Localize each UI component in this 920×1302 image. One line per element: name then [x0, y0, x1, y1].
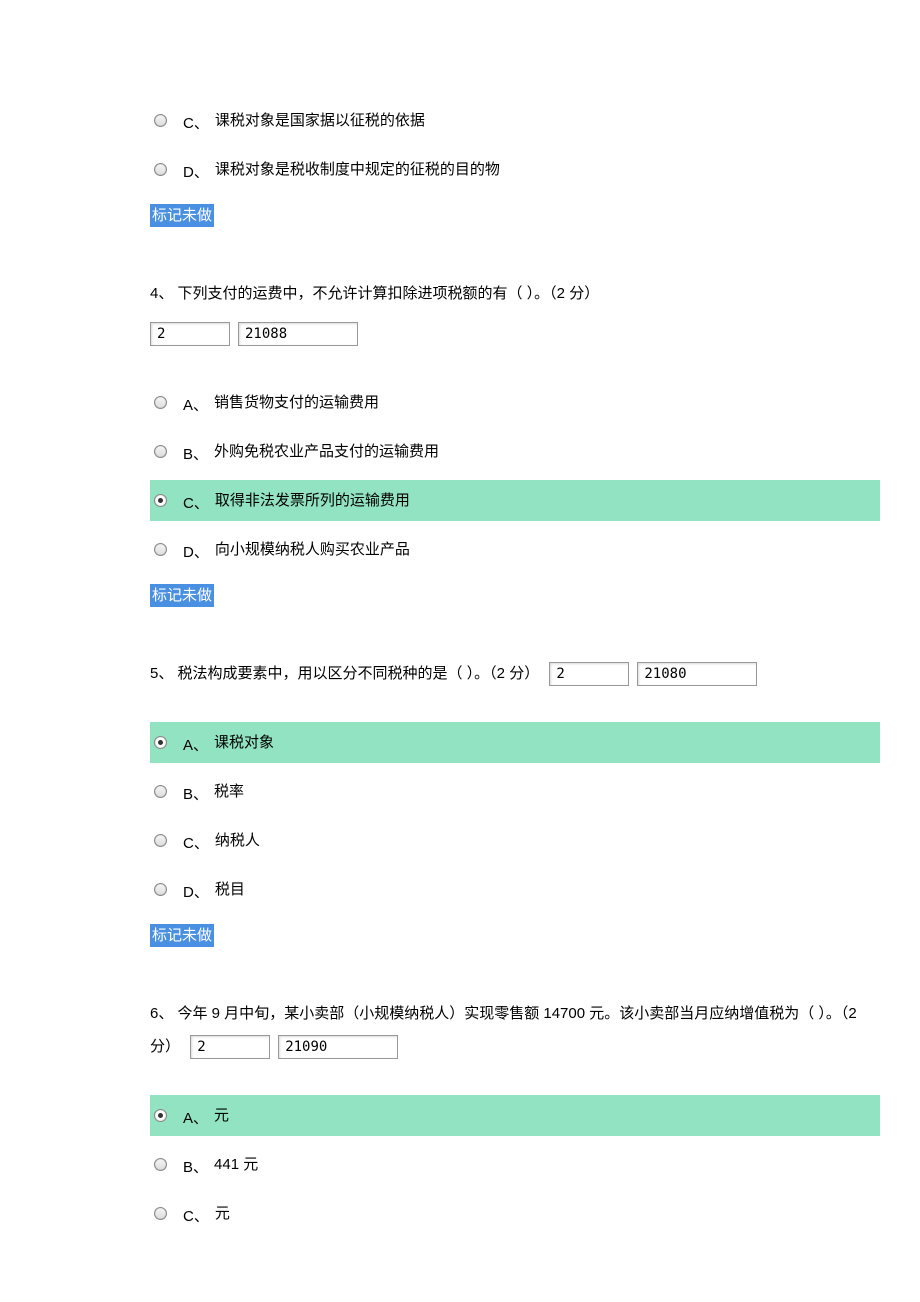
option-text: 税目 [215, 879, 245, 900]
option-letter: C、 [183, 833, 209, 854]
q3-option-c[interactable]: C、 课税对象是国家据以征税的依据 [150, 100, 880, 141]
radio-icon[interactable] [154, 445, 167, 458]
q5-option-b[interactable]: B、 税率 [150, 771, 880, 812]
q6-option-c[interactable]: C、 元 [150, 1193, 880, 1234]
option-text: 课税对象 [214, 732, 274, 753]
option-letter: A、 [183, 395, 208, 416]
radio-icon[interactable] [154, 785, 167, 798]
option-text: 课税对象是税收制度中规定的征税的目的物 [215, 159, 500, 180]
option-text: 元 [214, 1105, 229, 1126]
option-letter: B、 [183, 444, 208, 465]
q4-option-b[interactable]: B、 外购免税农业产品支付的运输费用 [150, 431, 880, 472]
q5-input-2[interactable] [637, 662, 757, 686]
q6-input-2[interactable] [278, 1035, 398, 1059]
mark-undone-tag[interactable]: 标记未做 [150, 924, 214, 947]
q5-stem-text: 5、 税法构成要素中，用以区分不同税种的是（ ）。（2 分） [150, 665, 539, 682]
radio-icon[interactable] [154, 1158, 167, 1171]
q4-stem: 4、 下列支付的运费中，不允许计算扣除进项税额的有（ ）。（2 分） [150, 277, 880, 310]
radio-icon[interactable] [154, 543, 167, 556]
option-text: 外购免税农业产品支付的运输费用 [214, 441, 439, 462]
option-letter: B、 [183, 1157, 208, 1178]
q6-option-a[interactable]: A、 元 [150, 1095, 880, 1136]
option-text: 元 [215, 1203, 230, 1224]
option-text: 课税对象是国家据以征税的依据 [215, 110, 425, 131]
radio-icon[interactable] [154, 1207, 167, 1220]
q4-input-2[interactable] [238, 322, 358, 346]
option-letter: A、 [183, 735, 208, 756]
q4-input-1[interactable] [150, 322, 230, 346]
q4-stem-text: 4、 下列支付的运费中，不允许计算扣除进项税额的有（ ）。（2 分） [150, 285, 599, 302]
q6-input-1[interactable] [190, 1035, 270, 1059]
option-text: 销售货物支付的运输费用 [214, 392, 379, 413]
option-letter: D、 [183, 542, 209, 563]
radio-icon[interactable] [154, 163, 167, 176]
option-letter: A、 [183, 1108, 208, 1129]
q4-option-c[interactable]: C、 取得非法发票所列的运输费用 [150, 480, 880, 521]
q4-inputs [150, 322, 880, 346]
q3-option-d[interactable]: D、 课税对象是税收制度中规定的征税的目的物 [150, 149, 880, 190]
q5-option-a[interactable]: A、 课税对象 [150, 722, 880, 763]
radio-icon[interactable] [154, 494, 167, 507]
radio-icon[interactable] [154, 736, 167, 749]
q5-option-c[interactable]: C、 纳税人 [150, 820, 880, 861]
option-letter: B、 [183, 784, 208, 805]
option-letter: D、 [183, 162, 209, 183]
q6-stem: 6、 今年 9 月中旬，某小卖部（小规模纳税人）实现零售额 14700 元。该小… [150, 997, 880, 1063]
option-text: 税率 [214, 781, 244, 802]
q4-option-a[interactable]: A、 销售货物支付的运输费用 [150, 382, 880, 423]
radio-icon[interactable] [154, 883, 167, 896]
option-text: 纳税人 [215, 830, 260, 851]
option-text: 441 元 [214, 1154, 258, 1175]
option-letter: C、 [183, 1206, 209, 1227]
option-text: 取得非法发票所列的运输费用 [215, 490, 410, 511]
radio-icon[interactable] [154, 1109, 167, 1122]
q4-option-d[interactable]: D、 向小规模纳税人购买农业产品 [150, 529, 880, 570]
q5-stem: 5、 税法构成要素中，用以区分不同税种的是（ ）。（2 分） [150, 657, 880, 690]
mark-undone-tag[interactable]: 标记未做 [150, 204, 214, 227]
option-text: 向小规模纳税人购买农业产品 [215, 539, 410, 560]
option-letter: D、 [183, 882, 209, 903]
radio-icon[interactable] [154, 114, 167, 127]
mark-undone-tag[interactable]: 标记未做 [150, 584, 214, 607]
option-letter: C、 [183, 493, 209, 514]
radio-icon[interactable] [154, 396, 167, 409]
q5-input-1[interactable] [549, 662, 629, 686]
radio-icon[interactable] [154, 834, 167, 847]
option-letter: C、 [183, 113, 209, 134]
q5-option-d[interactable]: D、 税目 [150, 869, 880, 910]
q6-option-b[interactable]: B、 441 元 [150, 1144, 880, 1185]
